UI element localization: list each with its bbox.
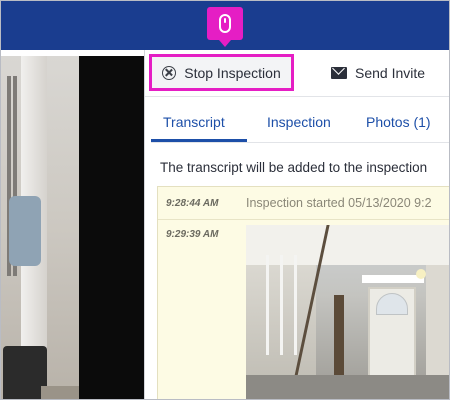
app-window: Stop Inspection Send Invite Transcript I… [0, 0, 450, 400]
live-video-feed [1, 56, 144, 399]
stop-inspection-button[interactable]: Stop Inspection [149, 54, 294, 91]
transcript-timestamp: 9:29:39 AM [166, 229, 219, 240]
inspection-panel: Stop Inspection Send Invite Transcript I… [144, 50, 449, 399]
transcript-entry-text: Inspection started 05/13/2020 9:2 [246, 196, 432, 210]
action-bar: Stop Inspection Send Invite [145, 50, 449, 97]
inspection-photo[interactable] [246, 225, 449, 399]
circle-x-icon [162, 65, 177, 80]
transcript-timestamp: 9:28:44 AM [166, 198, 219, 209]
tab-bar: Transcript Inspection Photos (1) [151, 102, 449, 143]
stop-inspection-label: Stop Inspection [184, 64, 281, 81]
mouse-icon [219, 14, 231, 33]
tab-inspection[interactable]: Inspection [267, 114, 331, 130]
transcript-log[interactable]: 9:28:44 AM Inspection started 05/13/2020… [157, 186, 449, 399]
click-indicator [207, 7, 243, 47]
row-divider [158, 219, 449, 220]
tab-transcript[interactable]: Transcript [163, 114, 225, 130]
transcript-note: The transcript will be added to the insp… [160, 160, 428, 175]
active-tab-indicator [151, 139, 247, 142]
envelope-icon [331, 66, 347, 79]
send-invite-label: Send Invite [355, 64, 426, 81]
send-invite-button[interactable]: Send Invite [331, 54, 441, 91]
tab-photos[interactable]: Photos (1) [366, 114, 431, 130]
